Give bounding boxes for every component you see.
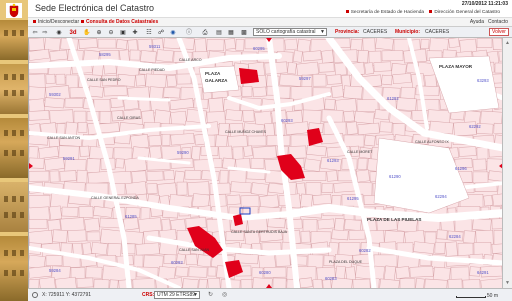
parcel-code: 60295 — [253, 46, 265, 51]
zoom-box-icon[interactable]: ▣ — [119, 29, 127, 37]
globe-icon[interactable]: ◎ — [222, 291, 227, 298]
header: Sede Electrónica del Catastro 27/10/2012… — [28, 0, 512, 18]
3d-icon[interactable]: 3d — [69, 29, 77, 37]
parcel-code: 60283 — [325, 276, 337, 281]
parcel-code: 61296 — [455, 166, 467, 171]
ruler-icon[interactable]: ▤ — [215, 29, 223, 37]
parcel-code: 60293 — [171, 260, 183, 265]
crs-label: CRS: — [142, 292, 155, 298]
tab-contacto[interactable]: Contacto — [488, 19, 508, 25]
refresh-icon[interactable]: ↻ — [208, 291, 213, 298]
parcel-code: 61285 — [125, 214, 137, 219]
grid-icon[interactable]: ▦ — [227, 29, 235, 37]
reference-icon[interactable]: ☷ — [145, 29, 153, 37]
parcel-code: 60282 — [359, 248, 371, 253]
scroll-up-icon[interactable]: ▲ — [505, 40, 510, 46]
map-label: CALLE GIRAS — [117, 116, 141, 120]
parcel-code: 64291 — [477, 270, 489, 275]
coat-of-arms-icon — [6, 3, 22, 18]
print-icon[interactable]: ⎙ — [201, 29, 209, 37]
link-secretaria[interactable]: Secretaría de Estado de Hacienda — [351, 10, 424, 15]
parcel-code: 62294 — [435, 194, 447, 199]
map-label: PLAZA — [205, 71, 221, 76]
parcel-code: 59297 — [299, 76, 311, 81]
forward-icon[interactable]: ⇨ — [41, 29, 49, 37]
side-decoration — [0, 0, 28, 301]
map-label: CALLE SAN PEDRO — [87, 78, 121, 82]
parcel-code: 61293 — [327, 158, 339, 163]
provincia-value: CACERES — [363, 29, 388, 35]
parcel-code: 59284 — [49, 268, 61, 273]
map-label: CALLE ARCO — [179, 58, 202, 62]
map-canvas[interactable] — [29, 38, 502, 288]
parcel-code: 62292 — [469, 124, 481, 129]
parcel-code: 60280 — [259, 270, 271, 275]
map-label: PLAZA DE LAS PIUELAS — [367, 217, 422, 222]
pan-icon[interactable]: ✋ — [83, 29, 91, 37]
scroll-down-icon[interactable]: ▼ — [505, 280, 510, 286]
parcel-code: 59302 — [49, 92, 61, 97]
parcel-code: 62284 — [449, 234, 461, 239]
datetime: 27/10/2012 11:21:03 — [461, 1, 508, 7]
tab-ayuda[interactable]: Ayuda — [470, 19, 484, 25]
zoom-out-icon[interactable]: ⊖ — [107, 29, 115, 37]
map-label: PLAZA MAYOR — [439, 64, 473, 69]
target-icon — [32, 292, 38, 298]
layer-select[interactable]: SOLO cartografía catastral ▼ — [253, 28, 327, 36]
map-label: CALLE MORET — [347, 150, 373, 154]
app-window: Sede Electrónica del Catastro 27/10/2012… — [0, 0, 512, 301]
cadastral-map[interactable]: PLAZA GALARZA PLAZA MAYOR PLAZA DE LAS P… — [28, 38, 502, 288]
map-scrollbar[interactable]: ▲ ▼ — [502, 38, 512, 288]
scale-bar: 50 m — [456, 293, 498, 299]
coordinates-readout: X: 725911 Y: 4372791 — [42, 292, 92, 298]
map-label: PLAZA DEL DUQUE — [329, 260, 363, 264]
volver-button[interactable]: Volver — [489, 28, 509, 36]
map-label: GALARZA — [205, 78, 228, 83]
link-direccion[interactable]: Dirección General del Catastro — [434, 10, 500, 15]
measure-icon[interactable]: ◉ — [169, 29, 177, 37]
parcel-code: 61290 — [389, 174, 401, 179]
ministry-links: Secretaría de Estado de Hacienda Direcci… — [342, 10, 500, 15]
tab-inicio[interactable]: Inicio/Desconectar — [33, 19, 79, 25]
app-title: Sede Electrónica del Catastro — [35, 3, 155, 13]
map-label: CALLE SAN ANTON — [47, 136, 81, 140]
map-toolbar: ⇦ ⇨ ◉ 3d ✋ ⊕ ⊖ ▣ ✚ ☷ ☍ ◉ ⓘ ⎙ ▤ ▦ ▩ SOLO … — [28, 27, 512, 38]
parcel-code: 59291 — [63, 156, 75, 161]
zoom-extent-icon[interactable]: ✚ — [131, 29, 139, 37]
parcel-code: 58295 — [99, 52, 111, 57]
status-bar: X: 725911 Y: 4372791 CRS: UTM 29 ETRS89 ▼… — [28, 288, 512, 301]
identify-icon[interactable]: ☍ — [157, 29, 165, 37]
map-label: CALLE PIEDAD — [139, 68, 165, 72]
crs-select[interactable]: UTM 29 ETRS89 ▼ — [154, 291, 200, 299]
parcel-code: 63293 — [477, 78, 489, 83]
provincia-label: Provincia: — [335, 29, 360, 35]
tab-consulta[interactable]: Consulta de Datos Catastrales — [81, 19, 158, 25]
back-icon[interactable]: ⇦ — [31, 29, 39, 37]
parcel-code: 61292 — [387, 96, 399, 101]
parcel-code: 60293 — [281, 118, 293, 123]
info-icon[interactable]: ⓘ — [185, 29, 193, 37]
map-label: CALLE MUÑOZ CHAVES — [225, 130, 267, 134]
layers-icon[interactable]: ▩ — [240, 29, 248, 37]
tab-bar: Inicio/Desconectar Consulta de Datos Cat… — [28, 18, 512, 27]
municipio-value: CACERES — [425, 29, 450, 35]
binoculars-icon[interactable]: ◉ — [55, 29, 63, 37]
parcel-code: 61295 — [347, 196, 359, 201]
parcel-code: 59311 — [149, 44, 161, 49]
map-label: CALLE ALFONSO IX — [415, 140, 449, 144]
zoom-in-icon[interactable]: ⊕ — [95, 29, 103, 37]
map-label: CALLE SANTA GERTRUDIS BAJA — [231, 230, 287, 234]
municipio-label: Municipio: — [395, 29, 420, 35]
map-label: CALLE GENERAL EZPONDA — [91, 196, 139, 200]
map-label: CALLE SAN JUAN — [179, 248, 210, 252]
parcel-code: 59290 — [177, 150, 189, 155]
